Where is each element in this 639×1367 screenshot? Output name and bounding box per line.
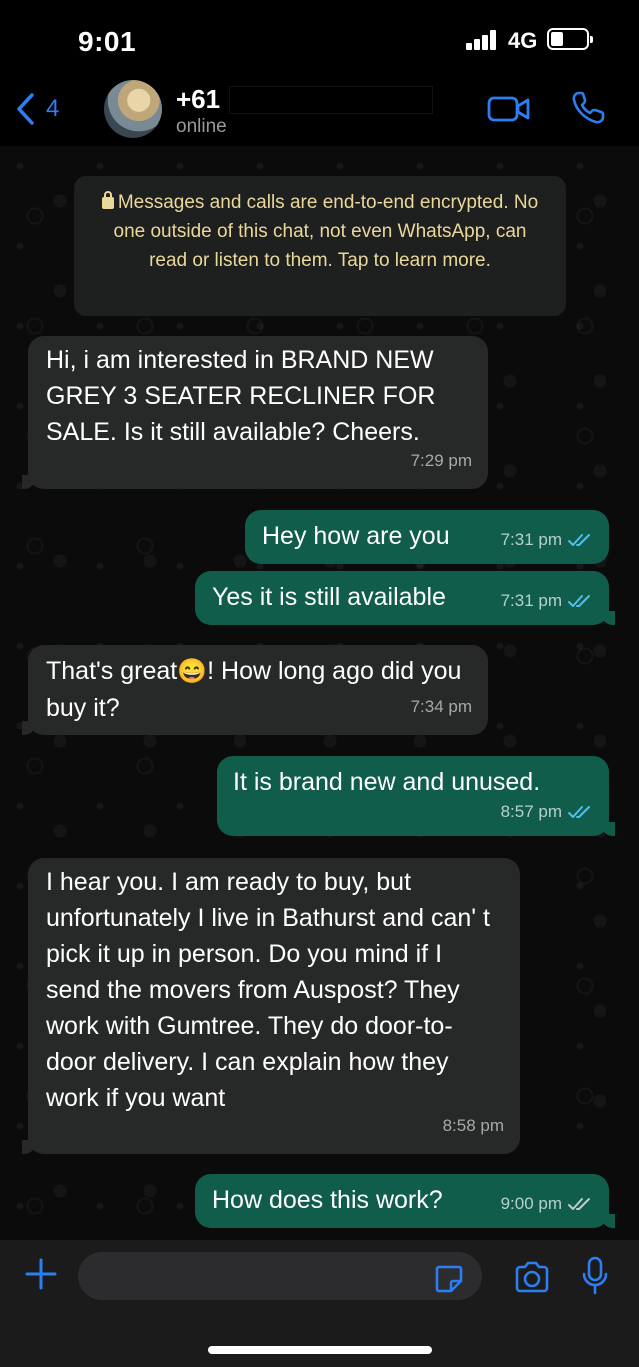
contact-name[interactable]: +61 (176, 84, 220, 115)
status-time: 9:01 (78, 26, 137, 57)
message-time: 8:57 pm (500, 802, 562, 821)
message-text: Hi, i am interested in BRAND NEW GREY 3 … (46, 346, 436, 446)
message-time: 8:58 pm (442, 1116, 504, 1135)
message-time: 7:34 pm (410, 697, 472, 716)
contact-avatar[interactable] (104, 80, 162, 138)
message-input[interactable] (78, 1252, 482, 1300)
status-bar: 9:01 4G (0, 0, 639, 80)
home-indicator (208, 1346, 432, 1354)
message-incoming[interactable]: That's great😄! How long ago did you buy … (22, 645, 488, 735)
message-outgoing[interactable]: Hey how are you 7:31 pm (245, 510, 609, 564)
chat-area[interactable]: Messages and calls are end-to-end encryp… (0, 146, 639, 1240)
message-incoming[interactable]: Hi, i am interested in BRAND NEW GREY 3 … (22, 336, 488, 489)
plus-icon[interactable] (24, 1257, 58, 1291)
grinning-emoji: 😄 (177, 658, 208, 685)
signal-icon (466, 30, 498, 50)
sticker-icon[interactable] (434, 1264, 464, 1294)
message-outgoing[interactable]: How does this work? 9:00 pm (195, 1174, 615, 1228)
message-outgoing[interactable]: It is brand new and unused. 8:57 pm (217, 756, 615, 836)
message-time: 7:31 pm (500, 530, 562, 549)
battery-icon (547, 28, 593, 50)
contact-status: online (176, 116, 227, 137)
back-chevron-icon (17, 93, 34, 125)
unread-count: 4 (46, 95, 60, 122)
redacted-number (229, 86, 433, 114)
phone-icon[interactable] (570, 90, 606, 126)
message-time: 7:29 pm (410, 451, 472, 470)
double-check-icon (568, 534, 590, 546)
message-incoming[interactable]: I hear you. I am ready to buy, but unfor… (22, 858, 520, 1154)
message-text: That's great (46, 657, 178, 685)
network-type: 4G (508, 28, 538, 53)
double-check-icon (568, 1198, 590, 1210)
chat-header: 4 +61 online (0, 80, 639, 146)
encryption-notice[interactable]: Messages and calls are end-to-end encryp… (74, 176, 566, 316)
double-check-icon (568, 595, 590, 607)
back-button[interactable]: 4 (14, 92, 59, 126)
video-call-icon[interactable] (487, 94, 531, 124)
message-time: 9:00 pm (500, 1194, 562, 1213)
message-text: I hear you. I am ready to buy, but unfor… (46, 868, 490, 1112)
microphone-icon[interactable] (582, 1256, 608, 1296)
message-time: 7:31 pm (500, 591, 562, 610)
lock-icon (101, 191, 114, 209)
message-outgoing[interactable]: Yes it is still available 7:31 pm (195, 571, 615, 625)
double-check-icon (568, 806, 590, 818)
camera-icon[interactable] (513, 1260, 551, 1294)
